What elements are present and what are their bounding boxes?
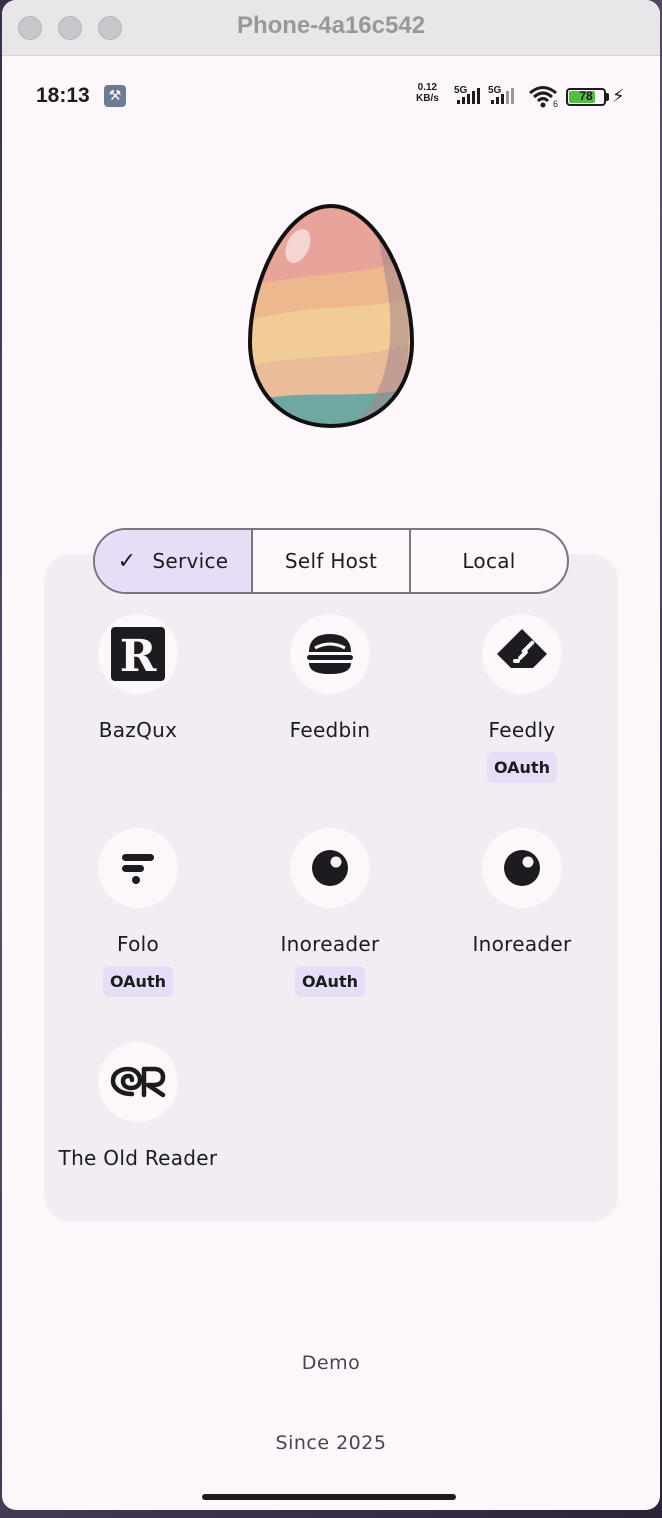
cell-signal-label: 5G <box>454 85 468 96</box>
service-name: BazQux <box>98 718 178 742</box>
feedly-icon <box>497 629 547 668</box>
oauth-badge: OAuth <box>295 966 365 997</box>
window-titlebar: Phone-4a16c542 <box>2 0 660 56</box>
service-icon-wrap <box>290 828 370 908</box>
check-icon: ✓ <box>117 548 137 574</box>
service-inoreader[interactable]: Inoreader <box>422 828 622 956</box>
network-speed: 0.12 KB/s <box>416 82 439 104</box>
service-name: Feedbin <box>289 718 371 742</box>
cell-signal-icon: 5G <box>454 85 480 104</box>
service-icon-wrap <box>290 614 370 694</box>
tab-self-host[interactable]: Self Host <box>253 530 411 592</box>
service-icon-wrap <box>98 1042 178 1122</box>
tab-self-host-label: Self Host <box>284 549 378 573</box>
bazqux-icon: R <box>111 627 165 681</box>
service-name: Inoreader <box>280 932 380 956</box>
service-name: Inoreader <box>472 932 572 956</box>
cell-signal-2-icon: 5G <box>488 85 514 104</box>
battery-percent: 78 <box>579 89 593 103</box>
tab-local-label: Local <box>462 549 516 573</box>
status-time: 18:13 <box>36 84 90 107</box>
demo-button[interactable]: Demo <box>2 1352 660 1374</box>
charging-icon: ⚡ <box>612 86 625 107</box>
service-folo[interactable]: Folo OAuth <box>38 828 238 997</box>
wrench-icon: ⚒ <box>104 85 126 107</box>
status-bar: 18:13 ⚒ 0.12 KB/s 5G 5G 6 78 ⚡ <box>2 72 660 120</box>
wifi-icon: 6 <box>529 86 558 108</box>
service-feedly[interactable]: Feedly OAuth <box>422 614 622 783</box>
svg-text:R: R <box>120 631 157 681</box>
service-inoreader-oauth[interactable]: Inoreader OAuth <box>230 828 430 997</box>
cell-signal-2-label: 5G <box>488 85 502 96</box>
folo-icon <box>122 854 154 884</box>
service-icon-wrap <box>482 828 562 908</box>
source-type-tabs: ✓ Service Self Host Local <box>93 528 569 594</box>
home-indicator[interactable] <box>202 1494 456 1500</box>
oauth-badge: OAuth <box>103 966 173 997</box>
service-name: Folo <box>116 932 160 956</box>
service-name: The Old Reader <box>58 1146 218 1170</box>
service-bazqux[interactable]: R BazQux <box>38 614 238 742</box>
service-icon-wrap <box>482 614 562 694</box>
window-title: Phone-4a16c542 <box>236 12 426 39</box>
service-feedbin[interactable]: Feedbin <box>230 614 430 742</box>
inoreader-icon <box>312 850 348 886</box>
tab-service-label: Service <box>152 549 229 573</box>
wifi-label: 6 <box>553 99 558 108</box>
feedbin-icon <box>307 634 353 674</box>
old-reader-icon <box>110 1066 166 1098</box>
since-label: Since 2025 <box>275 1432 387 1454</box>
tab-service[interactable]: ✓ Service <box>95 530 253 592</box>
inoreader-icon <box>504 850 540 886</box>
device-window: Phone-4a16c542 18:13 ⚒ 0.12 KB/s 5G 5G 6… <box>2 0 660 1510</box>
service-icon-wrap: R <box>98 614 178 694</box>
egg-logo <box>247 203 415 429</box>
oauth-badge: OAuth <box>487 752 557 783</box>
service-the-old-reader[interactable]: The Old Reader <box>38 1042 238 1170</box>
service-name: Feedly <box>488 718 556 742</box>
service-icon-wrap <box>98 828 178 908</box>
battery-icon: 78 <box>566 88 606 106</box>
battery-tip <box>606 93 609 101</box>
tab-local[interactable]: Local <box>411 530 567 592</box>
